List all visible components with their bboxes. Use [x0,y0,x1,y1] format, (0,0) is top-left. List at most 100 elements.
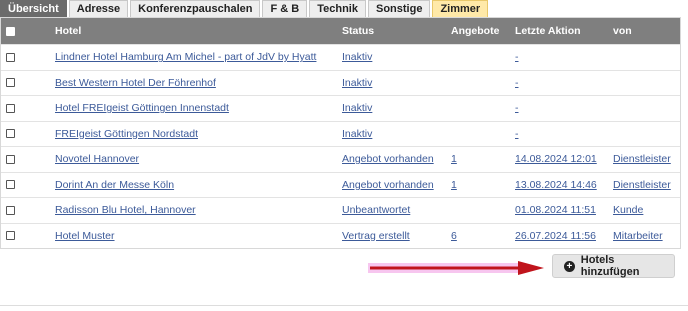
angebote-link[interactable]: 6 [451,230,457,242]
table-row: FREIgeist Göttingen Nordstadt Inaktiv - [1,120,680,147]
row-checkbox[interactable] [6,103,15,113]
tab-adresse[interactable]: Adresse [68,0,129,17]
letzte-aktion-cell: 13.08.2024 14:46 [515,173,610,198]
status-cell: Inaktiv [342,45,448,70]
status-link[interactable]: Inaktiv [342,51,372,63]
row-checkbox[interactable] [6,52,15,62]
header-letzte-aktion[interactable]: Letzte Aktion [515,18,610,44]
add-hotels-label: Hotels hinzufügen [580,254,640,278]
status-link[interactable]: Inaktiv [342,102,372,114]
angebote-cell [451,71,507,96]
table-row: Hotel FREIgeist Göttingen Innenstadt Inak… [1,95,680,121]
status-cell: Angebot vorhanden [342,173,448,198]
row-checkbox-cell [6,198,20,223]
hotel-link[interactable]: Novotel Hannover [55,153,139,165]
row-checkbox[interactable] [6,129,15,139]
hotel-cell: Radisson Blu Hotel, Hannover [55,198,335,223]
letzte-aktion-link[interactable]: - [515,51,519,63]
row-checkbox[interactable] [6,205,15,215]
von-cell: Kunde [613,198,679,223]
letzte-aktion-link[interactable]: - [515,102,519,114]
status-link[interactable]: Inaktiv [342,77,372,89]
header-angebote[interactable]: Angebote [451,18,507,44]
select-all-checkbox-cell [6,18,20,44]
tab-technik[interactable]: Technik [309,0,366,17]
status-cell: Unbeantwortet [342,198,448,223]
von-cell [613,45,679,70]
hotel-cell: Best Western Hotel Der Föhrenhof [55,71,335,96]
status-link[interactable]: Angebot vorhanden [342,153,434,165]
table-header: Hotel Status Angebote Letzte Aktion von [1,18,680,44]
header-von[interactable]: von [613,18,679,44]
status-link[interactable]: Vertrag erstellt [342,230,410,242]
angebote-cell [451,45,507,70]
row-checkbox-cell [6,96,20,121]
hotel-table: Hotel Status Angebote Letzte Aktion von … [0,17,681,249]
hotel-cell: Novotel Hannover [55,147,335,172]
hotel-link[interactable]: Best Western Hotel Der Föhrenhof [55,77,216,89]
letzte-aktion-cell: 26.07.2024 11:56 [515,224,610,249]
status-link[interactable]: Angebot vorhanden [342,179,434,191]
von-link[interactable]: Mitarbeiter [613,230,663,242]
table-row: Best Western Hotel Der Föhrenhof Inaktiv - [1,69,680,96]
tab-uebersicht[interactable]: Übersicht [0,0,67,17]
letzte-aktion-link[interactable]: - [515,128,519,140]
letzte-aktion-cell: 01.08.2024 11:51 [515,198,610,223]
tab-zimmer[interactable]: Zimmer [432,0,489,17]
row-checkbox-cell [6,45,20,70]
row-checkbox-cell [6,122,20,147]
select-all-checkbox[interactable] [6,26,15,36]
hotel-cell: FREIgeist Göttingen Nordstadt [55,122,335,147]
status-cell: Angebot vorhanden [342,147,448,172]
hotel-cell: Hotel Muster [55,224,335,249]
von-link[interactable]: Kunde [613,204,643,216]
von-link[interactable]: Dienstleister [613,153,671,165]
table-row: Hotel Muster Vertrag erstellt 6 26.07.2024 … [1,222,680,249]
tab-konferenzpauschalen[interactable]: Konferenzpauschalen [130,0,261,17]
letzte-aktion-cell: - [515,71,610,96]
hotel-link[interactable]: Radisson Blu Hotel, Hannover [55,204,196,216]
angebote-cell [451,198,507,223]
row-checkbox-cell [6,173,20,198]
letzte-aktion-link[interactable]: 13.08.2024 14:46 [515,179,597,191]
status-link[interactable]: Inaktiv [342,128,372,140]
status-cell: Inaktiv [342,122,448,147]
hotel-link[interactable]: Hotel FREIgeist Göttingen Innenstadt [55,102,229,114]
table-row: Radisson Blu Hotel, Hannover Unbeantworte… [1,197,680,223]
angebote-link[interactable]: 1 [451,153,457,165]
von-cell: Dienstleister [613,173,679,198]
von-cell [613,96,679,121]
letzte-aktion-cell: - [515,96,610,121]
tab-sonstige[interactable]: Sonstige [367,0,431,17]
hotel-cell: Hotel FREIgeist Göttingen Innenstadt [55,96,335,121]
header-status[interactable]: Status [342,18,448,44]
hotel-link[interactable]: Dorint An der Messe Köln [55,179,174,191]
von-cell [613,71,679,96]
row-checkbox[interactable] [6,78,15,88]
row-checkbox[interactable] [6,180,15,190]
add-hotels-button[interactable]: + Hotels hinzufügen [552,254,675,278]
row-checkbox[interactable] [6,154,15,164]
letzte-aktion-cell: - [515,122,610,147]
angebote-cell: 1 [451,173,507,198]
hotel-link[interactable]: Lindner Hotel Hamburg Am Michel - part o… [55,51,316,63]
table-row: Novotel Hannover Angebot vorhanden 1 14.08.… [1,146,680,172]
letzte-aktion-link[interactable]: - [515,77,519,89]
hotel-cell: Lindner Hotel Hamburg Am Michel - part o… [55,45,335,70]
hotel-link[interactable]: FREIgeist Göttingen Nordstadt [55,128,198,140]
letzte-aktion-link[interactable]: 14.08.2024 12:01 [515,153,597,165]
letzte-aktion-link[interactable]: 26.07.2024 11:56 [515,230,596,242]
von-link[interactable]: Dienstleister [613,179,671,191]
von-cell: Dienstleister [613,147,679,172]
red-arrow-annotation [368,261,544,275]
tab-f-und-b[interactable]: F & B [262,0,308,17]
letzte-aktion-link[interactable]: 01.08.2024 11:51 [515,204,596,216]
row-checkbox[interactable] [6,231,15,241]
header-hotel[interactable]: Hotel [55,18,335,44]
letzte-aktion-cell: 14.08.2024 12:01 [515,147,610,172]
row-checkbox-cell [6,224,20,249]
angebote-link[interactable]: 1 [451,179,457,191]
tab-bar: Übersicht Adresse Konferenzpauschalen F … [0,0,490,17]
status-link[interactable]: Unbeantwortet [342,204,410,216]
hotel-link[interactable]: Hotel Muster [55,230,115,242]
